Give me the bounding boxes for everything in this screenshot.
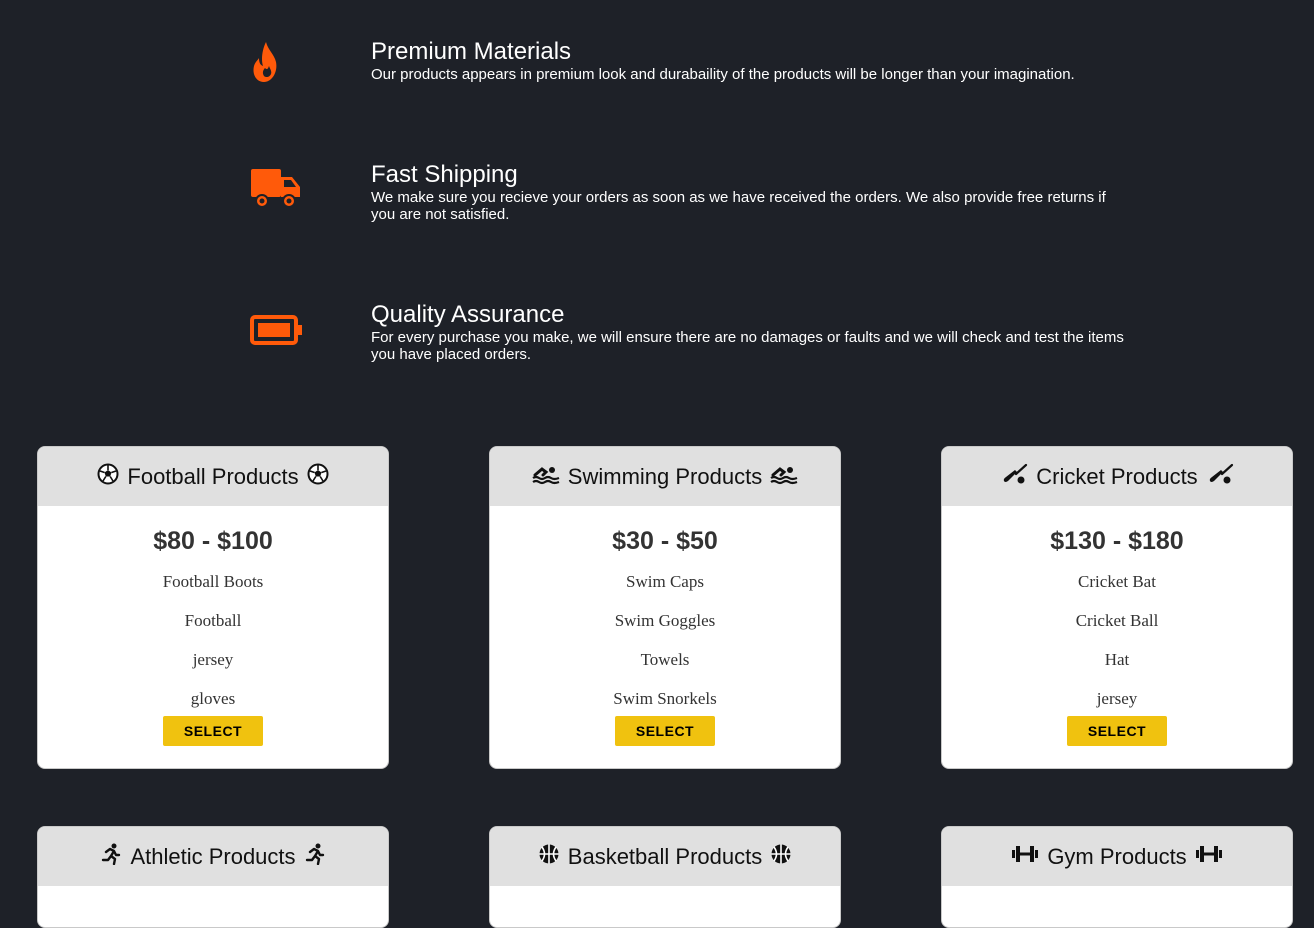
- cricket-icon: [1000, 463, 1028, 491]
- card-title: Athletic Products: [130, 843, 296, 869]
- feature-title: Fast Shipping: [371, 161, 518, 188]
- card-cricket: Cricket Products $130 - $180 Cricket Bat…: [941, 446, 1293, 769]
- running-icon: [304, 843, 326, 871]
- football-icon: [97, 463, 119, 491]
- card-header: Football Products: [38, 447, 388, 506]
- list-item: Cricket Bat: [1078, 572, 1156, 591]
- card-title: Cricket Products: [1036, 463, 1198, 489]
- list-item: jersey: [192, 650, 234, 669]
- basketball-icon: [538, 843, 560, 871]
- feature-title: Quality Assurance: [371, 301, 565, 328]
- card-header: Basketball Products: [490, 827, 840, 886]
- feature-description: Our products appears in premium look and…: [371, 66, 1075, 83]
- card-gym: Gym Products: [941, 826, 1293, 928]
- truck-icon: [250, 167, 302, 216]
- card-football: Football Products $80 - $100 Football Bo…: [37, 446, 389, 769]
- price-range: $30 - $50: [612, 527, 718, 555]
- select-button[interactable]: SELECT: [615, 716, 715, 746]
- dumbbell-icon: [1011, 843, 1039, 871]
- product-list: Football Boots Football jersey gloves: [38, 572, 388, 728]
- select-button[interactable]: SELECT: [163, 716, 263, 746]
- list-item: Football Boots: [162, 572, 264, 591]
- list-item: Cricket Ball: [1075, 611, 1159, 630]
- card-header: Athletic Products: [38, 827, 388, 886]
- list-item: Swim Goggles: [614, 611, 716, 630]
- card-title: Swimming Products: [567, 463, 763, 489]
- battery-icon: [250, 314, 304, 351]
- swimmer-icon: [770, 463, 798, 491]
- swimmer-icon: [532, 463, 560, 491]
- basketball-icon: [770, 843, 792, 871]
- fire-icon: [250, 40, 282, 89]
- card-header: Gym Products: [942, 827, 1292, 886]
- card-header: Swimming Products: [490, 447, 840, 506]
- dumbbell-icon: [1195, 843, 1223, 871]
- select-button[interactable]: SELECT: [1067, 716, 1167, 746]
- feature-description: For every purchase you make, we will ens…: [371, 329, 1124, 363]
- price-range: $130 - $180: [1050, 527, 1184, 555]
- feature-description: We make sure you recieve your orders as …: [371, 189, 1106, 223]
- card-basketball: Basketball Products: [489, 826, 841, 928]
- card-athletic: Athletic Products: [37, 826, 389, 928]
- card-swimming: Swimming Products $30 - $50 Swim Caps Sw…: [489, 446, 841, 769]
- card-title: Basketball Products: [567, 843, 763, 869]
- product-list: Swim Caps Swim Goggles Towels Swim Snork…: [490, 572, 840, 728]
- list-item: Swim Caps: [626, 572, 704, 591]
- card-header: Cricket Products: [942, 447, 1292, 506]
- card-title: Gym Products: [1047, 843, 1187, 869]
- price-range: $80 - $100: [153, 527, 273, 555]
- card-title: Football Products: [127, 463, 299, 489]
- football-icon: [307, 463, 329, 491]
- list-item: Hat: [1104, 650, 1130, 669]
- product-list: Cricket Bat Cricket Ball Hat jersey: [942, 572, 1292, 728]
- list-item: Towels: [640, 650, 690, 669]
- list-item: Football: [184, 611, 242, 630]
- running-icon: [100, 843, 122, 871]
- feature-title: Premium Materials: [371, 38, 572, 65]
- cricket-icon: [1206, 463, 1234, 491]
